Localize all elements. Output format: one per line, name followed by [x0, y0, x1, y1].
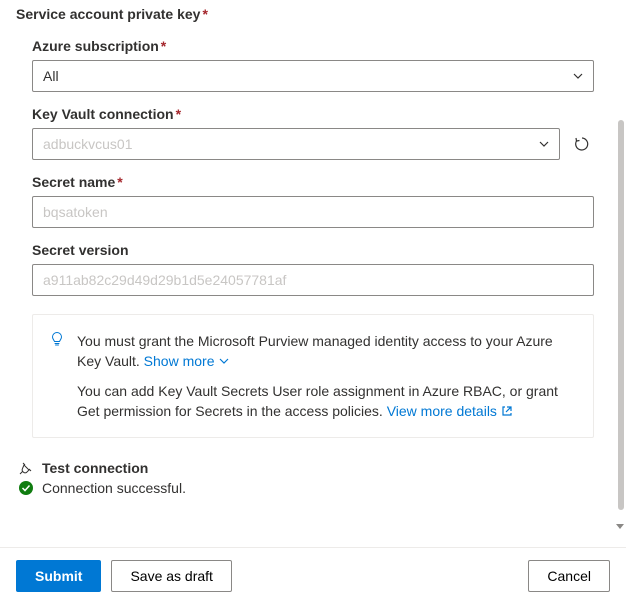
field-secret-version: Secret version: [32, 242, 594, 296]
plug-icon: [18, 460, 34, 476]
field-azure-subscription: Azure subscription* All: [32, 38, 594, 92]
field-key-vault-connection: Key Vault connection* adbuckvcus01: [32, 106, 594, 160]
secret-version-input[interactable]: [32, 264, 594, 296]
cancel-button[interactable]: Cancel: [528, 560, 610, 592]
test-connection-button[interactable]: Test connection: [18, 460, 610, 476]
azure-subscription-value: All: [43, 68, 59, 84]
view-more-details-link[interactable]: View more details: [387, 401, 513, 421]
azure-subscription-select[interactable]: All: [32, 60, 594, 92]
chevron-down-icon: [218, 355, 230, 367]
label-secret-name-text: Secret name: [32, 174, 115, 190]
required-asterisk: *: [161, 38, 166, 54]
key-vault-connection-select[interactable]: adbuckvcus01: [32, 128, 560, 160]
label-secret-name: Secret name*: [32, 174, 594, 190]
label-key-vault-connection: Key Vault connection*: [32, 106, 594, 122]
key-vault-connection-value: adbuckvcus01: [43, 136, 133, 152]
callout-line2: You can add Key Vault Secrets User role …: [77, 381, 577, 421]
label-azure-subscription-text: Azure subscription: [32, 38, 159, 54]
submit-button[interactable]: Submit: [16, 560, 101, 592]
footer-spacer: [242, 560, 518, 592]
label-azure-subscription: Azure subscription*: [32, 38, 594, 54]
refresh-button[interactable]: [570, 132, 594, 156]
section-title-text: Service account private key: [16, 6, 200, 22]
scroll-down-icon[interactable]: [614, 520, 626, 532]
required-asterisk: *: [202, 6, 207, 22]
scrollbar[interactable]: [618, 120, 624, 510]
show-more-text: Show more: [144, 351, 215, 371]
footer: Submit Save as draft Cancel: [0, 547, 626, 604]
label-secret-version-text: Secret version: [32, 242, 129, 258]
required-asterisk: *: [176, 106, 181, 122]
field-secret-name: Secret name*: [32, 174, 594, 228]
test-connection-section: Test connection Connection successful.: [16, 460, 610, 496]
test-connection-status: Connection successful.: [18, 480, 610, 496]
refresh-icon: [574, 136, 590, 152]
test-connection-label: Test connection: [42, 460, 148, 476]
show-more-link[interactable]: Show more: [144, 351, 231, 371]
label-key-vault-connection-text: Key Vault connection: [32, 106, 174, 122]
lightbulb-icon: [49, 331, 65, 347]
save-as-draft-button[interactable]: Save as draft: [111, 560, 232, 592]
view-more-text: View more details: [387, 401, 497, 421]
section-title: Service account private key*: [16, 0, 610, 32]
required-asterisk: *: [117, 174, 122, 190]
test-connection-status-text: Connection successful.: [42, 480, 186, 496]
secret-name-input[interactable]: [32, 196, 594, 228]
external-link-icon: [501, 405, 513, 417]
label-secret-version: Secret version: [32, 242, 594, 258]
success-icon: [18, 480, 34, 496]
callout-line1: You must grant the Microsoft Purview man…: [77, 331, 577, 371]
info-callout: You must grant the Microsoft Purview man…: [32, 314, 594, 438]
